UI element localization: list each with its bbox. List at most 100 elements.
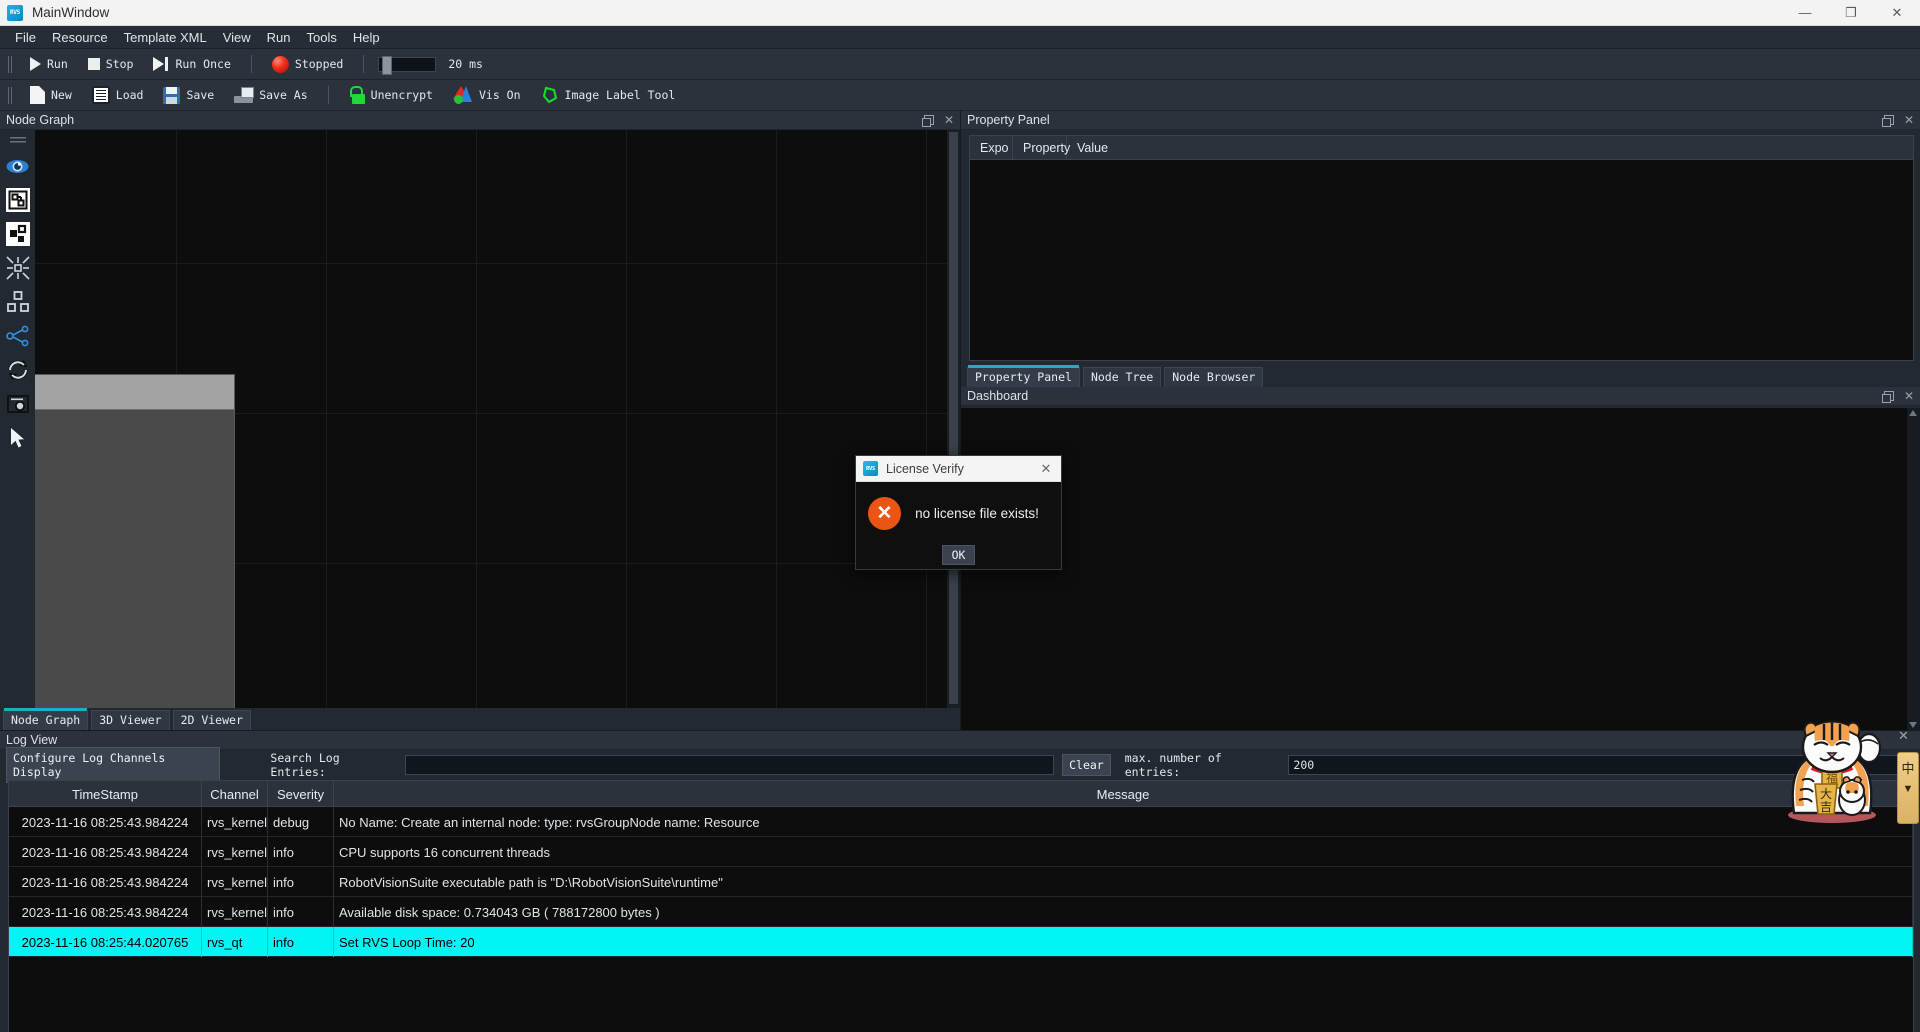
scroll-up-icon[interactable] bbox=[1909, 410, 1917, 416]
screenshot-icon[interactable] bbox=[1, 387, 34, 421]
clear-log-button[interactable]: Clear bbox=[1062, 754, 1111, 776]
vis-on-button[interactable]: Vis On bbox=[445, 82, 529, 109]
close-icon[interactable]: ✕ bbox=[1874, 0, 1920, 26]
svg-text:大: 大 bbox=[1820, 787, 1832, 801]
column-header-property[interactable]: Property bbox=[1013, 135, 1070, 160]
table-row[interactable]: 2023-11-16 08:25:43.984224 rvs_kernel info… bbox=[9, 897, 1913, 927]
property-table-header: Expo Property Value bbox=[970, 135, 1913, 160]
floppy-save-icon bbox=[163, 86, 181, 104]
node-graph-canvas[interactable] bbox=[35, 130, 947, 708]
file-toolbar-separator bbox=[327, 86, 329, 104]
toolbar-grip-2[interactable] bbox=[6, 86, 15, 104]
scrollbar-thumb[interactable] bbox=[949, 132, 958, 704]
menu-item-help[interactable]: Help bbox=[345, 28, 388, 47]
column-header-value[interactable]: Value bbox=[1067, 136, 1913, 160]
table-row[interactable]: 2023-11-16 08:25:43.984224 rvs_kernel debu… bbox=[9, 807, 1913, 837]
dialog-close-icon[interactable]: ✕ bbox=[1031, 456, 1061, 482]
menu-item-file[interactable]: File bbox=[7, 28, 44, 47]
dialog-footer: OK bbox=[856, 545, 1061, 565]
unencrypt-button[interactable]: Unencrypt bbox=[341, 82, 441, 109]
dialog-ok-button[interactable]: OK bbox=[941, 545, 976, 565]
play-icon bbox=[30, 57, 41, 71]
status-sphere-icon bbox=[271, 55, 289, 73]
column-header-timestamp[interactable]: TimeStamp bbox=[9, 781, 202, 807]
cursor-arrow-icon[interactable] bbox=[1, 421, 34, 455]
mascot-side-panel[interactable]: 中 ▼ bbox=[1897, 752, 1919, 824]
loop-time-slider[interactable] bbox=[378, 55, 437, 75]
tab-node-graph[interactable]: Node Graph bbox=[3, 708, 89, 730]
layout-grid-icon[interactable] bbox=[1, 285, 34, 319]
column-header-expo[interactable]: Expo bbox=[970, 135, 1013, 160]
log-table[interactable]: TimeStamp Channel Severity Message 2023-… bbox=[8, 780, 1914, 1032]
configure-log-channels-button[interactable]: Configure Log Channels Display bbox=[6, 747, 221, 783]
search-log-input[interactable] bbox=[405, 755, 1055, 775]
mascot-dropdown-icon[interactable]: ▼ bbox=[1903, 783, 1914, 795]
run-once-button[interactable]: Run Once bbox=[145, 51, 238, 78]
dashboard-close-icon[interactable]: ✕ bbox=[1904, 390, 1914, 402]
toolbar-grip[interactable] bbox=[6, 55, 15, 73]
menu-item-resource[interactable]: Resource bbox=[44, 28, 116, 47]
tab-property-panel[interactable]: Property Panel bbox=[967, 365, 1080, 387]
max-entries-label: max. number of entries: bbox=[1124, 751, 1222, 779]
dashboard-float-icon[interactable] bbox=[1881, 391, 1894, 403]
property-table[interactable]: Expo Property Value bbox=[969, 135, 1914, 361]
dashboard-scrollbar[interactable] bbox=[1907, 408, 1920, 730]
column-header-channel[interactable]: Channel bbox=[202, 781, 268, 807]
license-verify-dialog[interactable]: RVS License Verify ✕ ✕ no license file e… bbox=[855, 455, 1062, 570]
graph-node-block[interactable] bbox=[35, 374, 235, 708]
eye-icon[interactable] bbox=[1, 149, 34, 183]
property-panel-float-icon[interactable] bbox=[1881, 115, 1894, 127]
refresh-icon[interactable] bbox=[1, 353, 34, 387]
minimize-icon[interactable]: — bbox=[1782, 0, 1828, 26]
tab-3d-viewer[interactable]: 3D Viewer bbox=[91, 710, 170, 730]
group-node-icon[interactable] bbox=[1, 183, 34, 217]
log-view-title: Log View bbox=[6, 733, 58, 747]
menu-item-tools[interactable]: Tools bbox=[299, 28, 345, 47]
rail-grip[interactable] bbox=[9, 137, 26, 143]
node-graph-close-icon[interactable]: ✕ bbox=[944, 114, 954, 126]
image-label-tool-button[interactable]: Image Label Tool bbox=[533, 82, 684, 109]
log-cell-channel: rvs_qt bbox=[202, 927, 268, 957]
tab-2d-viewer[interactable]: 2D Viewer bbox=[172, 710, 251, 730]
node-graph-toolbar-rail bbox=[0, 130, 35, 708]
fit-to-view-icon[interactable] bbox=[1, 251, 34, 285]
mascot-close-icon[interactable]: ✕ bbox=[1898, 728, 1909, 744]
slider-handle[interactable] bbox=[382, 55, 393, 75]
branch-connect-icon[interactable] bbox=[1, 319, 34, 353]
file-toolbar: New Load Save Save As Unencrypt Vis On I… bbox=[0, 80, 1920, 111]
property-panel-close-icon[interactable]: ✕ bbox=[1904, 114, 1914, 126]
tab-node-tree[interactable]: Node Tree bbox=[1082, 367, 1162, 387]
menu-item-view[interactable]: View bbox=[215, 28, 259, 47]
run-button[interactable]: Run bbox=[22, 51, 76, 78]
lucky-tiger-widget[interactable]: 福 大 吉 bbox=[1772, 714, 1892, 824]
log-toolbar: Configure Log Channels Display Search Lo… bbox=[0, 747, 1920, 783]
svg-text:吉: 吉 bbox=[1820, 800, 1832, 814]
log-cell-timestamp: 2023-11-16 08:25:43.984224 bbox=[9, 897, 202, 927]
node-shapes-icon[interactable] bbox=[1, 217, 34, 251]
save-button[interactable]: Save bbox=[155, 82, 222, 109]
window-title: MainWindow bbox=[32, 5, 110, 20]
scroll-down-icon[interactable] bbox=[1909, 722, 1917, 728]
stop-button-label: Stop bbox=[105, 57, 134, 71]
save-as-icon bbox=[234, 87, 255, 103]
menu-item-template-xml[interactable]: Template XML bbox=[116, 28, 215, 47]
save-as-button[interactable]: Save As bbox=[226, 82, 315, 109]
dashboard-body[interactable] bbox=[961, 408, 1920, 730]
load-button[interactable]: Load bbox=[84, 82, 152, 109]
node-graph-float-icon[interactable] bbox=[921, 115, 934, 127]
dialog-titlebar: RVS License Verify ✕ bbox=[856, 456, 1061, 482]
stop-button[interactable]: Stop bbox=[80, 51, 142, 78]
node-graph-vertical-scrollbar[interactable] bbox=[947, 130, 960, 708]
log-cell-channel: rvs_kernel bbox=[202, 837, 268, 867]
column-header-severity[interactable]: Severity bbox=[268, 781, 334, 807]
tab-node-browser[interactable]: Node Browser bbox=[1164, 367, 1264, 387]
new-button[interactable]: New bbox=[22, 82, 80, 109]
table-row[interactable]: 2023-11-16 08:25:43.984224 rvs_kernel info… bbox=[9, 837, 1913, 867]
menu-item-run[interactable]: Run bbox=[259, 28, 299, 47]
restore-icon[interactable]: ❐ bbox=[1828, 0, 1874, 26]
table-row[interactable]: 2023-11-16 08:25:43.984224 rvs_kernel info… bbox=[9, 867, 1913, 897]
log-view-panel: Log View Configure Log Channels Display … bbox=[0, 730, 1920, 1032]
table-row[interactable]: 2023-11-16 08:25:44.020765 rvs_qt info Set … bbox=[9, 927, 1913, 957]
column-header-message[interactable]: Message bbox=[334, 781, 1913, 807]
rvs-logo-icon: RVS bbox=[7, 4, 23, 21]
